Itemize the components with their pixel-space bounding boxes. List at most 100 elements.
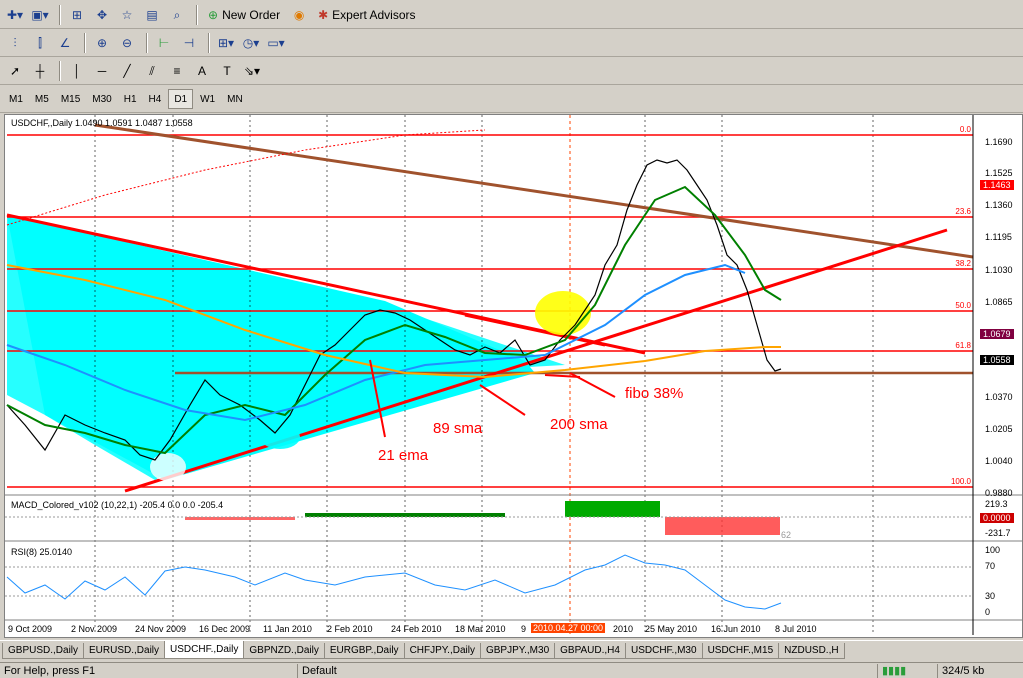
- chart-tab[interactable]: GBPAUD.,H4: [554, 643, 626, 659]
- templates-icon[interactable]: ▭▾: [265, 32, 287, 54]
- macd-value-tail: 62: [781, 530, 791, 540]
- date-label: 16 Dec 2009: [199, 624, 251, 634]
- timeframe-m15[interactable]: M15: [56, 89, 85, 109]
- price-label: 1.0205: [985, 424, 1013, 434]
- status-profile: Default: [298, 663, 878, 678]
- price-label: 1.1525: [985, 168, 1013, 178]
- timeframe-w1[interactable]: W1: [195, 89, 220, 109]
- candlestick-icon[interactable]: ⫿: [29, 32, 51, 54]
- date-label: 24 Nov 2009: [135, 624, 187, 634]
- date-label: 2010: [613, 624, 634, 634]
- terminal-icon[interactable]: ▤: [141, 4, 163, 26]
- crosshair-date-badge: 2010.04.27 00:00: [531, 623, 606, 633]
- line-chart-icon[interactable]: ∠: [54, 32, 76, 54]
- date-label: 11 Jan 2010: [263, 624, 312, 634]
- rsi-axis-100: 100: [985, 545, 1001, 555]
- text-label-icon[interactable]: T: [216, 60, 238, 82]
- chart-tab[interactable]: USDCHF.,M15: [701, 643, 780, 659]
- trendline-icon[interactable]: ╱: [116, 60, 138, 82]
- macd-axis-bottom: -231.7: [985, 528, 1011, 538]
- timeframe-d1[interactable]: D1: [168, 89, 194, 109]
- price-badge-mid: 1.0679: [980, 329, 1014, 339]
- macd-axis-top: 219.3: [985, 499, 1008, 509]
- fibonacci-icon[interactable]: ≡: [166, 60, 188, 82]
- favorites-icon[interactable]: ☆: [116, 4, 138, 26]
- rsi-axis-70: 70: [985, 561, 996, 571]
- zoom-in-icon[interactable]: ⊕: [91, 32, 113, 54]
- chart-tab[interactable]: EURUSD.,Daily: [83, 643, 166, 659]
- crosshair-icon[interactable]: ┼: [29, 60, 51, 82]
- autotrading-icon[interactable]: ◉: [288, 4, 310, 26]
- zoom-out-icon[interactable]: ⊖: [116, 32, 138, 54]
- bar-chart-icon[interactable]: ⫶: [4, 32, 26, 54]
- chart-tab[interactable]: CHFJPY.,Daily: [403, 643, 481, 659]
- horizontal-line-icon[interactable]: ─: [91, 60, 113, 82]
- fib-label-23: 23.6: [955, 207, 971, 216]
- date-label: 18 Mar 2010: [455, 624, 506, 634]
- tester-icon[interactable]: ⌕: [166, 4, 188, 26]
- timeframe-m1[interactable]: M1: [4, 89, 28, 109]
- date-label: 16 Jun 2010: [711, 624, 761, 634]
- profiles-icon[interactable]: ▣▾: [29, 4, 51, 26]
- price-badge-current: 1.0558: [980, 355, 1014, 365]
- chart-tabs: GBPUSD.,Daily EURUSD.,Daily USDCHF.,Dail…: [0, 640, 1023, 659]
- chart-tab[interactable]: USDCHF.,M30: [624, 643, 703, 659]
- fib-label-50: 50.0: [955, 301, 971, 310]
- expert-advisors-icon: ✱: [318, 8, 329, 22]
- timeframe-h1[interactable]: H1: [119, 89, 142, 109]
- chart-tab[interactable]: GBPJPY.,M30: [479, 643, 556, 659]
- macd-label: MACD_Colored_v102 (10,22,1) -205.4 0.0 0…: [11, 500, 223, 510]
- chart-tab[interactable]: GBPNZD.,Daily: [243, 643, 325, 659]
- price-badge-top: 1.1463: [980, 180, 1014, 190]
- date-label: 8 Jul 2010: [775, 624, 817, 634]
- price-label: 1.1195: [985, 232, 1012, 242]
- timeframe-m5[interactable]: M5: [30, 89, 54, 109]
- date-label: 9: [521, 624, 527, 634]
- new-chart-icon[interactable]: ✚▾: [4, 4, 26, 26]
- periods-icon[interactable]: ◷▾: [240, 32, 262, 54]
- price-label: 1.0370: [985, 392, 1013, 402]
- date-label: 9 Oct 2009: [8, 624, 53, 634]
- chart-shift-icon[interactable]: ⊣: [178, 32, 200, 54]
- cursor-icon[interactable]: ➚: [4, 60, 26, 82]
- drawing-toolbar: ➚ ┼ │ ─ ╱ ⫽ ≡ A T ⇘▾: [0, 58, 1023, 85]
- annotation-200sma: 200 sma: [550, 416, 608, 433]
- price-label: 1.1360: [985, 200, 1013, 210]
- timeframe-mn[interactable]: MN: [222, 89, 248, 109]
- chart-tab[interactable]: EURGBP.,Daily: [323, 643, 405, 659]
- annotation-21ema: 21 ema: [378, 447, 429, 464]
- timeframe-h4[interactable]: H4: [144, 89, 167, 109]
- date-label: 25 May 2010: [645, 624, 698, 634]
- channel-icon[interactable]: ⫽: [141, 60, 163, 82]
- timeframe-toolbar: M1 M5 M15 M30 H1 H4 D1 W1 MN: [0, 86, 1023, 113]
- status-traffic: 324/5 kb: [942, 664, 985, 677]
- rsi-axis-0: 0: [985, 607, 991, 617]
- text-icon[interactable]: A: [191, 60, 213, 82]
- arrows-icon[interactable]: ⇘▾: [241, 60, 263, 82]
- price-chart[interactable]: USDCHF,,Daily 1.0490 1.0591 1.0487 1.055…: [5, 115, 1022, 637]
- expert-advisors-button[interactable]: ✱ Expert Advisors: [313, 4, 420, 26]
- date-label: 24 Feb 2010: [391, 624, 442, 634]
- new-order-button[interactable]: ⊕ New Order: [203, 4, 285, 26]
- macd-badge: 0.0000: [980, 513, 1014, 523]
- vertical-line-icon[interactable]: │: [66, 60, 88, 82]
- timeframe-m30[interactable]: M30: [87, 89, 116, 109]
- chart-window[interactable]: USDCHF,,Daily 1.0490 1.0591 1.0487 1.055…: [4, 114, 1023, 638]
- chart-tab[interactable]: NZDUSD.,H: [778, 643, 845, 659]
- annotation-89sma: 89 sma: [433, 420, 483, 437]
- new-order-icon: ⊕: [208, 8, 219, 22]
- market-watch-icon[interactable]: ⊞: [66, 4, 88, 26]
- fib-label-61: 61.8: [955, 341, 971, 350]
- fib-label-100: 100.0: [951, 477, 972, 486]
- rsi-label: RSI(8) 25.0140: [11, 547, 72, 557]
- date-label: 2 Feb 2010: [327, 624, 373, 634]
- chart-toolbar: ⫶ ⫿ ∠ ⊕ ⊖ ⊢ ⊣ ⊞▾ ◷▾ ▭▾: [0, 30, 1023, 57]
- indicators-icon[interactable]: ⊞▾: [215, 32, 237, 54]
- chart-tab-active[interactable]: USDCHF.,Daily: [164, 641, 245, 659]
- status-bar: For Help, press F1 Default ▮▮▮▮ 324/5 kb: [0, 662, 1023, 678]
- rsi-axis-30: 30: [985, 591, 996, 601]
- chart-tab[interactable]: GBPUSD.,Daily: [2, 643, 85, 659]
- navigator-icon[interactable]: ✥: [91, 4, 113, 26]
- auto-scroll-icon[interactable]: ⊢: [153, 32, 175, 54]
- price-label: 1.0040: [985, 456, 1013, 466]
